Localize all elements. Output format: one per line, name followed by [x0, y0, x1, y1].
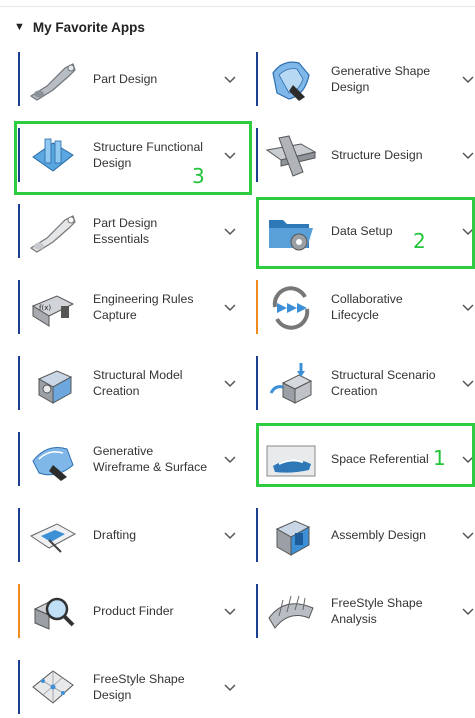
app-label: Product Finder [93, 604, 174, 618]
app-label: Collaborative Lifecycle [331, 292, 403, 322]
app-tile-part-design-essentials[interactable]: Part Design Essentials [18, 200, 256, 262]
chevron-down-icon[interactable] [461, 376, 475, 390]
tile-accent-bar [256, 356, 258, 410]
highlight-number-2: 2 [413, 229, 426, 253]
engineering-rules-icon: f(x) [24, 280, 82, 336]
app-tile-engineering-rules-capture[interactable]: f(x) Engineering Rules Capture [18, 276, 256, 338]
tile-accent-bar [18, 52, 20, 106]
highlight-number-1: 1 [433, 446, 446, 470]
part-design-icon [24, 52, 82, 108]
tile-accent-bar [256, 280, 258, 334]
app-label: FreeStyle Shape Analysis [331, 596, 423, 626]
tile-accent-bar [256, 584, 258, 638]
app-tile-assembly-design[interactable]: Assembly Design [256, 504, 475, 566]
app-tile-generative-wireframe-surface[interactable]: Generative Wireframe & Surface [18, 428, 256, 490]
app-tile-structure-design[interactable]: Structure Design [256, 124, 475, 186]
tile-accent-bar [18, 432, 20, 486]
app-label: Structural Scenario Creation [331, 368, 436, 398]
chevron-down-icon[interactable] [223, 300, 237, 314]
tile-accent-bar [18, 204, 20, 258]
chevron-down-icon[interactable] [223, 680, 237, 694]
app-label: Drafting [93, 528, 137, 542]
app-label: FreeStyle Shape Design [93, 672, 185, 702]
highlight-box-data-setup [256, 197, 475, 269]
section-header[interactable]: ▼ My Favorite Apps [14, 17, 145, 37]
tile-accent-bar [18, 280, 20, 334]
svg-text:f(x): f(x) [39, 304, 51, 312]
structure-design-icon [262, 128, 320, 184]
chevron-down-icon[interactable] [223, 528, 237, 542]
chevron-down-icon[interactable] [223, 376, 237, 390]
tile-accent-bar [256, 128, 258, 182]
section-title: My Favorite Apps [32, 19, 145, 35]
drafting-icon [24, 508, 82, 564]
app-label: Generative Wireframe & Surface [93, 444, 208, 474]
highlight-box-structure-functional-design [14, 121, 252, 195]
app-label: Engineering Rules Capture [93, 292, 194, 322]
generative-shape-icon [262, 52, 320, 108]
part-design-essentials-icon [24, 204, 82, 260]
chevron-down-icon[interactable] [461, 604, 475, 618]
app-label: Assembly Design [331, 528, 426, 542]
product-finder-icon [24, 584, 82, 640]
chevron-down-icon[interactable] [461, 300, 475, 314]
app-tile-structural-model-creation[interactable]: Structural Model Creation [18, 352, 256, 414]
app-tile-drafting[interactable]: Drafting [18, 504, 256, 566]
collaborative-lifecycle-icon [262, 280, 320, 336]
tile-accent-bar [18, 356, 20, 410]
chevron-down-icon[interactable] [461, 528, 475, 542]
app-tile-part-design[interactable]: Part Design [18, 48, 256, 110]
app-tile-generative-shape-design[interactable]: Generative Shape Design [256, 48, 475, 110]
chevron-down-icon[interactable] [223, 224, 237, 238]
app-label: Part Design [93, 72, 158, 86]
generative-wireframe-icon [24, 432, 82, 488]
highlight-number-3: 3 [192, 164, 205, 188]
chevron-down-icon[interactable] [461, 72, 475, 86]
chevron-down-icon[interactable] [461, 148, 475, 162]
assembly-design-icon [262, 508, 320, 564]
tile-accent-bar [18, 660, 20, 714]
app-tile-freestyle-shape-design[interactable]: FreeStyle Shape Design [18, 656, 256, 718]
structural-model-icon [24, 356, 82, 412]
structural-scenario-icon [262, 356, 320, 412]
tile-accent-bar [18, 584, 20, 638]
chevron-down-icon[interactable] [223, 452, 237, 466]
app-tile-structural-scenario-creation[interactable]: Structural Scenario Creation [256, 352, 475, 414]
chevron-down-icon[interactable] [223, 72, 237, 86]
app-label: Structure Design [331, 148, 423, 162]
top-divider [0, 6, 475, 7]
freestyle-design-icon [24, 660, 82, 716]
freestyle-analysis-icon [262, 584, 320, 640]
tile-accent-bar [18, 508, 20, 562]
chevron-down-icon[interactable] [223, 604, 237, 618]
app-tile-freestyle-shape-analysis[interactable]: FreeStyle Shape Analysis [256, 580, 475, 642]
tile-accent-bar [256, 52, 258, 106]
app-tile-collaborative-lifecycle[interactable]: Collaborative Lifecycle [256, 276, 475, 338]
collapse-triangle-icon[interactable]: ▼ [14, 21, 25, 33]
app-tile-product-finder[interactable]: Product Finder [18, 580, 256, 642]
app-label: Structural Model Creation [93, 368, 183, 398]
tile-accent-bar [256, 508, 258, 562]
app-label: Generative Shape Design [331, 64, 431, 94]
app-label: Part Design Essentials [93, 216, 158, 246]
